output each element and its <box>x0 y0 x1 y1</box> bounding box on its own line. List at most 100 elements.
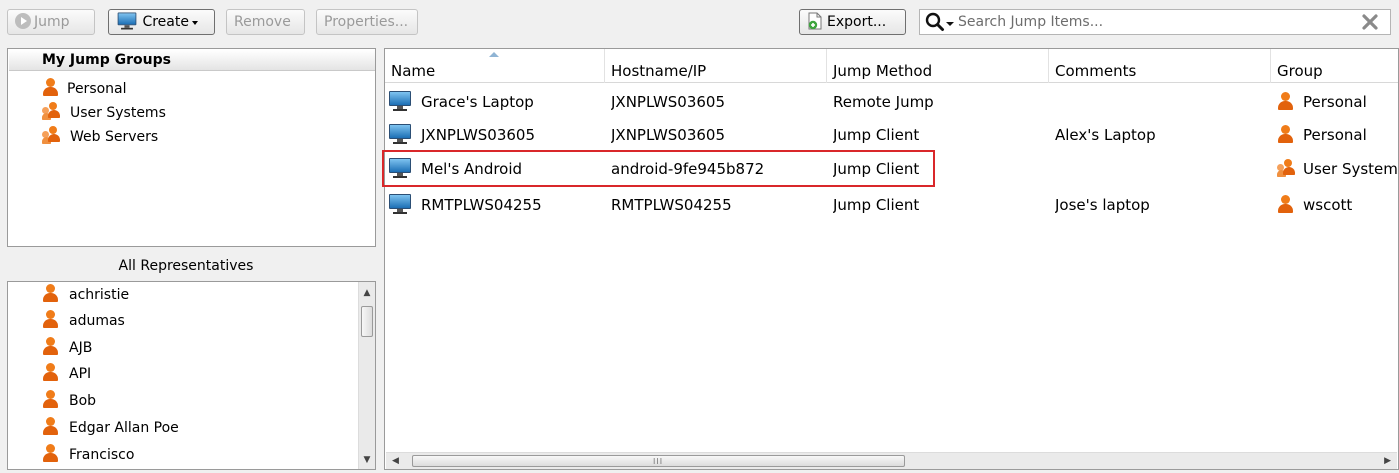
group-item-web-servers[interactable]: Web Servers <box>42 125 158 149</box>
rep-item-ajb[interactable]: AJB <box>42 335 92 361</box>
table-row[interactable]: JXNPLWS03605 JXNPLWS03605 Jump Client Al… <box>385 119 1398 152</box>
cell-group: wscott <box>1277 189 1398 222</box>
column-header-hostname-label: Hostname/IP <box>611 62 707 80</box>
jump-groups-panel: My Jump Groups Personal User Systems Web… <box>7 48 376 247</box>
group-item-label: User Systems <box>70 105 166 121</box>
table-header: Name Hostname/IP Jump Method Comments Gr… <box>385 49 1398 83</box>
representatives-scrollbar[interactable]: ▲ ▼ <box>358 282 375 469</box>
cell-name-text: RMTPLWS04255 <box>421 196 542 214</box>
cell-comments: Jose's laptop <box>1055 196 1150 214</box>
rep-item-bob[interactable]: Bob <box>42 388 96 414</box>
scrollbar-thumb[interactable] <box>361 306 373 337</box>
create-button-label: Create <box>142 14 189 30</box>
scrollbar-grip: III <box>653 457 664 466</box>
person-icon <box>1277 125 1294 143</box>
person-icon <box>42 417 59 435</box>
scroll-up-icon[interactable]: ▲ <box>359 285 375 301</box>
cell-group: Personal <box>1277 119 1398 152</box>
column-header-group[interactable]: Group <box>1271 49 1398 83</box>
cell-name: Grace's Laptop <box>389 86 605 119</box>
table-row[interactable]: Grace's Laptop JXNPLWS03605 Remote Jump … <box>385 86 1398 119</box>
group-item-label: Web Servers <box>70 129 159 145</box>
group-icon <box>1277 159 1297 177</box>
cell-name: JXNPLWS03605 <box>389 119 605 152</box>
monitor-icon <box>389 91 411 111</box>
representatives-list: achristie adumas AJB API Bob Edgar Allan… <box>7 281 376 470</box>
search-box <box>919 9 1391 35</box>
search-icon[interactable] <box>924 11 956 33</box>
person-icon <box>42 310 59 328</box>
cell-jump-method: Jump Client <box>833 196 920 214</box>
rep-item-label: achristie <box>69 287 130 303</box>
group-item-user-systems[interactable]: User Systems <box>42 101 166 125</box>
representatives-title: All Representatives <box>118 258 254 274</box>
cell-hostname: JXNPLWS03605 <box>611 93 726 111</box>
cell-group-text: wscott <box>1303 196 1353 214</box>
person-icon <box>42 390 59 408</box>
rep-item-label: Edgar Allan Poe <box>69 420 179 436</box>
properties-button[interactable]: Properties... <box>316 9 418 35</box>
cell-group-text: User System <box>1303 160 1398 178</box>
rep-item-api[interactable]: API <box>42 361 91 387</box>
highlight-box <box>382 150 935 187</box>
cell-group: Personal <box>1277 86 1398 119</box>
rep-item-achristie[interactable]: achristie <box>42 282 129 308</box>
column-header-comments-label: Comments <box>1055 62 1137 80</box>
group-item-label: Personal <box>67 81 127 97</box>
cell-hostname: JXNPLWS03605 <box>611 126 726 144</box>
chevron-down-icon <box>191 21 198 25</box>
person-icon <box>42 284 59 302</box>
jump-button[interactable]: Jump <box>7 9 95 35</box>
column-header-jump-method-label: Jump Method <box>833 62 933 80</box>
export-button-label: Export... <box>827 14 887 30</box>
cell-jump-method: Remote Jump <box>833 93 934 111</box>
cell-jump-method: Jump Client <box>833 126 920 144</box>
person-icon <box>42 78 59 96</box>
cell-hostname: RMTPLWS04255 <box>611 196 732 214</box>
group-item-personal[interactable]: Personal <box>42 77 127 101</box>
remove-button[interactable]: Remove <box>226 9 305 35</box>
scroll-left-icon[interactable]: ◀ <box>392 453 399 469</box>
properties-button-label: Properties... <box>324 14 409 30</box>
jump-button-label: Jump <box>34 14 70 30</box>
person-icon <box>42 444 59 462</box>
rep-item-adumas[interactable]: adumas <box>42 308 125 334</box>
column-header-hostname[interactable]: Hostname/IP <box>605 49 827 83</box>
close-icon[interactable] <box>1360 12 1380 32</box>
column-header-name[interactable]: Name <box>385 49 605 83</box>
column-header-name-label: Name <box>391 62 436 80</box>
table-row[interactable]: RMTPLWS04255 RMTPLWS04255 Jump Client Jo… <box>385 189 1398 222</box>
scroll-down-icon[interactable]: ▼ <box>359 452 375 468</box>
cell-group-text: Personal <box>1303 126 1367 144</box>
table-horizontal-scrollbar[interactable]: ◀ III ▶ <box>386 452 1397 469</box>
cell-name-text: Grace's Laptop <box>421 93 534 111</box>
scrollbar-thumb[interactable]: III <box>412 455 905 467</box>
sort-ascending-icon <box>489 52 499 57</box>
export-button[interactable]: Export... <box>799 9 906 35</box>
search-input[interactable] <box>958 11 1338 33</box>
monitor-icon <box>389 194 411 214</box>
jump-groups-header: My Jump Groups <box>9 50 375 71</box>
column-header-comments[interactable]: Comments <box>1049 49 1271 83</box>
person-icon <box>42 337 59 355</box>
monitor-icon <box>389 124 411 144</box>
scroll-right-icon[interactable]: ▶ <box>1384 453 1391 469</box>
group-icon <box>42 102 62 120</box>
rep-item-label: AJB <box>69 340 93 356</box>
monitor-icon <box>117 12 137 30</box>
column-header-group-label: Group <box>1277 62 1323 80</box>
create-button[interactable]: Create <box>108 9 215 35</box>
cell-group-text: Personal <box>1303 93 1367 111</box>
rep-item-label: Bob <box>69 393 97 409</box>
jump-items-table: Name Hostname/IP Jump Method Comments Gr… <box>384 48 1399 470</box>
export-icon <box>808 12 822 30</box>
rep-item-francisco[interactable]: Francisco <box>42 442 134 468</box>
column-header-jump-method[interactable]: Jump Method <box>827 49 1049 83</box>
remove-button-label: Remove <box>234 14 291 30</box>
person-icon <box>1277 195 1294 213</box>
rep-item-label: adumas <box>69 313 125 329</box>
play-icon <box>15 13 31 29</box>
rep-item-label: API <box>69 366 92 382</box>
cell-group: User System <box>1277 153 1398 186</box>
rep-item-edgar-allan-poe[interactable]: Edgar Allan Poe <box>42 415 179 441</box>
